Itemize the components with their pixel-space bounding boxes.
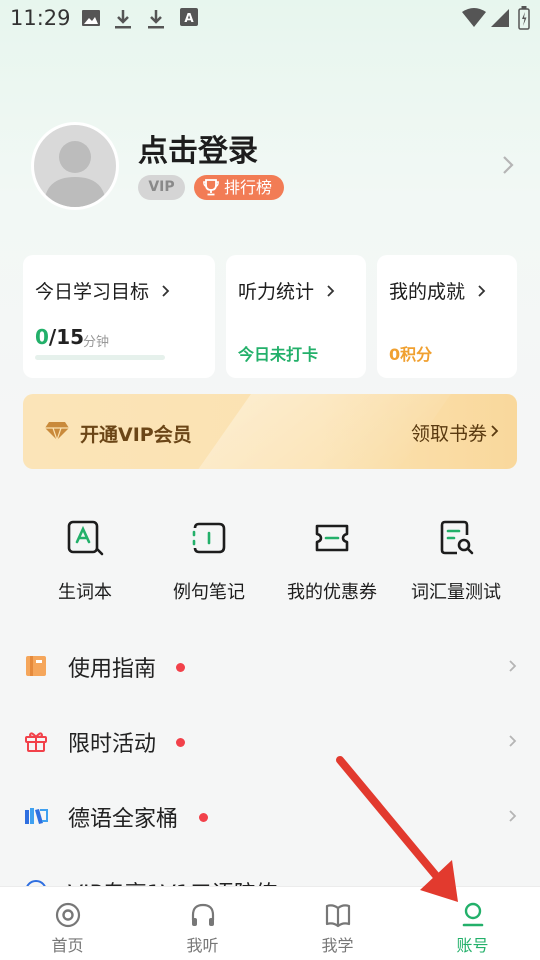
- vip-banner-label: 开通VIP会员: [80, 424, 192, 446]
- status-time: 11:29: [10, 6, 71, 30]
- account-icon: [462, 902, 484, 927]
- nav-label: 账号: [456, 936, 489, 955]
- home-icon: [55, 902, 81, 928]
- menu-item-label: 使用指南: [68, 657, 157, 682]
- nav-label: 我学: [321, 936, 354, 955]
- menu-item-german-bundle[interactable]: 德语全家桶: [0, 778, 540, 854]
- headphones-icon: [191, 903, 215, 926]
- login-prompt[interactable]: 点击登录: [138, 126, 258, 170]
- image-icon: [82, 10, 100, 26]
- daily-goal-title-text: 今日学习目标: [35, 281, 150, 303]
- nav-listen[interactable]: 我听: [135, 887, 270, 960]
- chevron-right-icon: [478, 285, 486, 297]
- menu-item-limited-event[interactable]: 限时活动: [0, 703, 540, 779]
- leaderboard-label: 排行榜: [224, 178, 273, 197]
- checkin-status: 今日未打卡: [238, 345, 319, 364]
- nav-label: 我听: [186, 936, 219, 955]
- claim-vouchers-link[interactable]: 领取书券: [411, 419, 487, 446]
- tool-vocabulary-book[interactable]: 生词本: [23, 485, 147, 620]
- achievements-card[interactable]: 我的成就 0积分: [377, 255, 517, 378]
- leaderboard-badge[interactable]: 排行榜: [194, 175, 284, 200]
- daily-goal-progress-text: 0/15: [35, 325, 84, 349]
- chevron-right-icon: [509, 660, 517, 672]
- notification-dot: [176, 663, 185, 672]
- vocab-test-icon: [440, 520, 474, 555]
- signal-icon: [491, 9, 509, 27]
- status-bar: 11:29 A: [0, 0, 540, 40]
- coupon-icon: [315, 524, 349, 552]
- daily-goal-title: 今日学习目标: [35, 277, 171, 304]
- chevron-right-icon: [503, 156, 514, 174]
- tool-my-coupons[interactable]: 我的优惠券: [270, 485, 394, 620]
- chevron-right-icon: [491, 425, 499, 437]
- svg-text:A: A: [184, 11, 194, 25]
- daily-goal-unit: 分钟: [83, 335, 110, 350]
- avatar[interactable]: [31, 122, 119, 210]
- guide-icon: [26, 656, 46, 676]
- listening-stats-title: 听力统计: [238, 277, 336, 304]
- nav-account[interactable]: 账号: [405, 887, 540, 960]
- nav-label: 首页: [51, 936, 84, 955]
- vip-badge[interactable]: VIP: [138, 175, 185, 200]
- tool-sentence-notes[interactable]: 例句笔记: [147, 485, 271, 620]
- tool-label: 例句笔记: [173, 582, 245, 603]
- daily-goal-current: 0: [35, 325, 49, 349]
- listening-stats-title-text: 听力统计: [238, 281, 315, 303]
- nav-home[interactable]: 首页: [0, 887, 135, 960]
- wifi-icon: [462, 8, 486, 27]
- tool-vocab-test[interactable]: 词汇量测试: [394, 485, 518, 620]
- text-a-icon: A: [180, 8, 198, 26]
- points-value: 0积分: [389, 345, 433, 364]
- bottom-navigation: 首页 我听 我学 账号: [0, 886, 540, 960]
- gift-icon: [25, 732, 47, 752]
- tool-label: 词汇量测试: [411, 582, 501, 603]
- download-icon: [115, 10, 131, 29]
- default-avatar-icon: [44, 141, 106, 207]
- listening-stats-card[interactable]: 听力统计 今日未打卡: [226, 255, 366, 378]
- notification-dot: [176, 738, 185, 747]
- books-icon: [25, 808, 48, 824]
- download-icon: [148, 10, 164, 29]
- chevron-right-icon: [509, 810, 517, 822]
- chevron-right-icon: [327, 285, 335, 297]
- tool-label: 生词本: [58, 582, 112, 603]
- tool-label: 我的优惠券: [287, 582, 377, 603]
- menu-item-label: 德语全家桶: [68, 807, 179, 832]
- sentence-notes-icon: [192, 522, 226, 554]
- vocabulary-book-icon: [67, 520, 104, 556]
- vip-banner[interactable]: 开通VIP会员 领取书券: [23, 394, 517, 469]
- battery-icon: [518, 6, 530, 30]
- achievements-title: 我的成就: [389, 277, 487, 304]
- chevron-right-icon: [162, 285, 170, 297]
- menu-item-guide[interactable]: 使用指南: [0, 628, 540, 704]
- notification-dot: [199, 813, 208, 822]
- daily-goal-card[interactable]: 今日学习目标 0/15 分钟: [23, 255, 215, 378]
- nav-learn[interactable]: 我学: [270, 887, 405, 960]
- tools-grid: 生词本 例句笔记 我的优惠券 词汇量测试: [23, 485, 517, 620]
- achievements-title-text: 我的成就: [389, 281, 466, 303]
- daily-goal-total: /15: [48, 325, 85, 349]
- daily-goal-progress-bar: [35, 355, 165, 360]
- chevron-right-icon: [509, 735, 517, 747]
- diamond-icon: [45, 422, 69, 441]
- book-icon: [325, 904, 351, 928]
- menu-item-label: 限时活动: [68, 732, 157, 757]
- trophy-icon: [203, 179, 219, 196]
